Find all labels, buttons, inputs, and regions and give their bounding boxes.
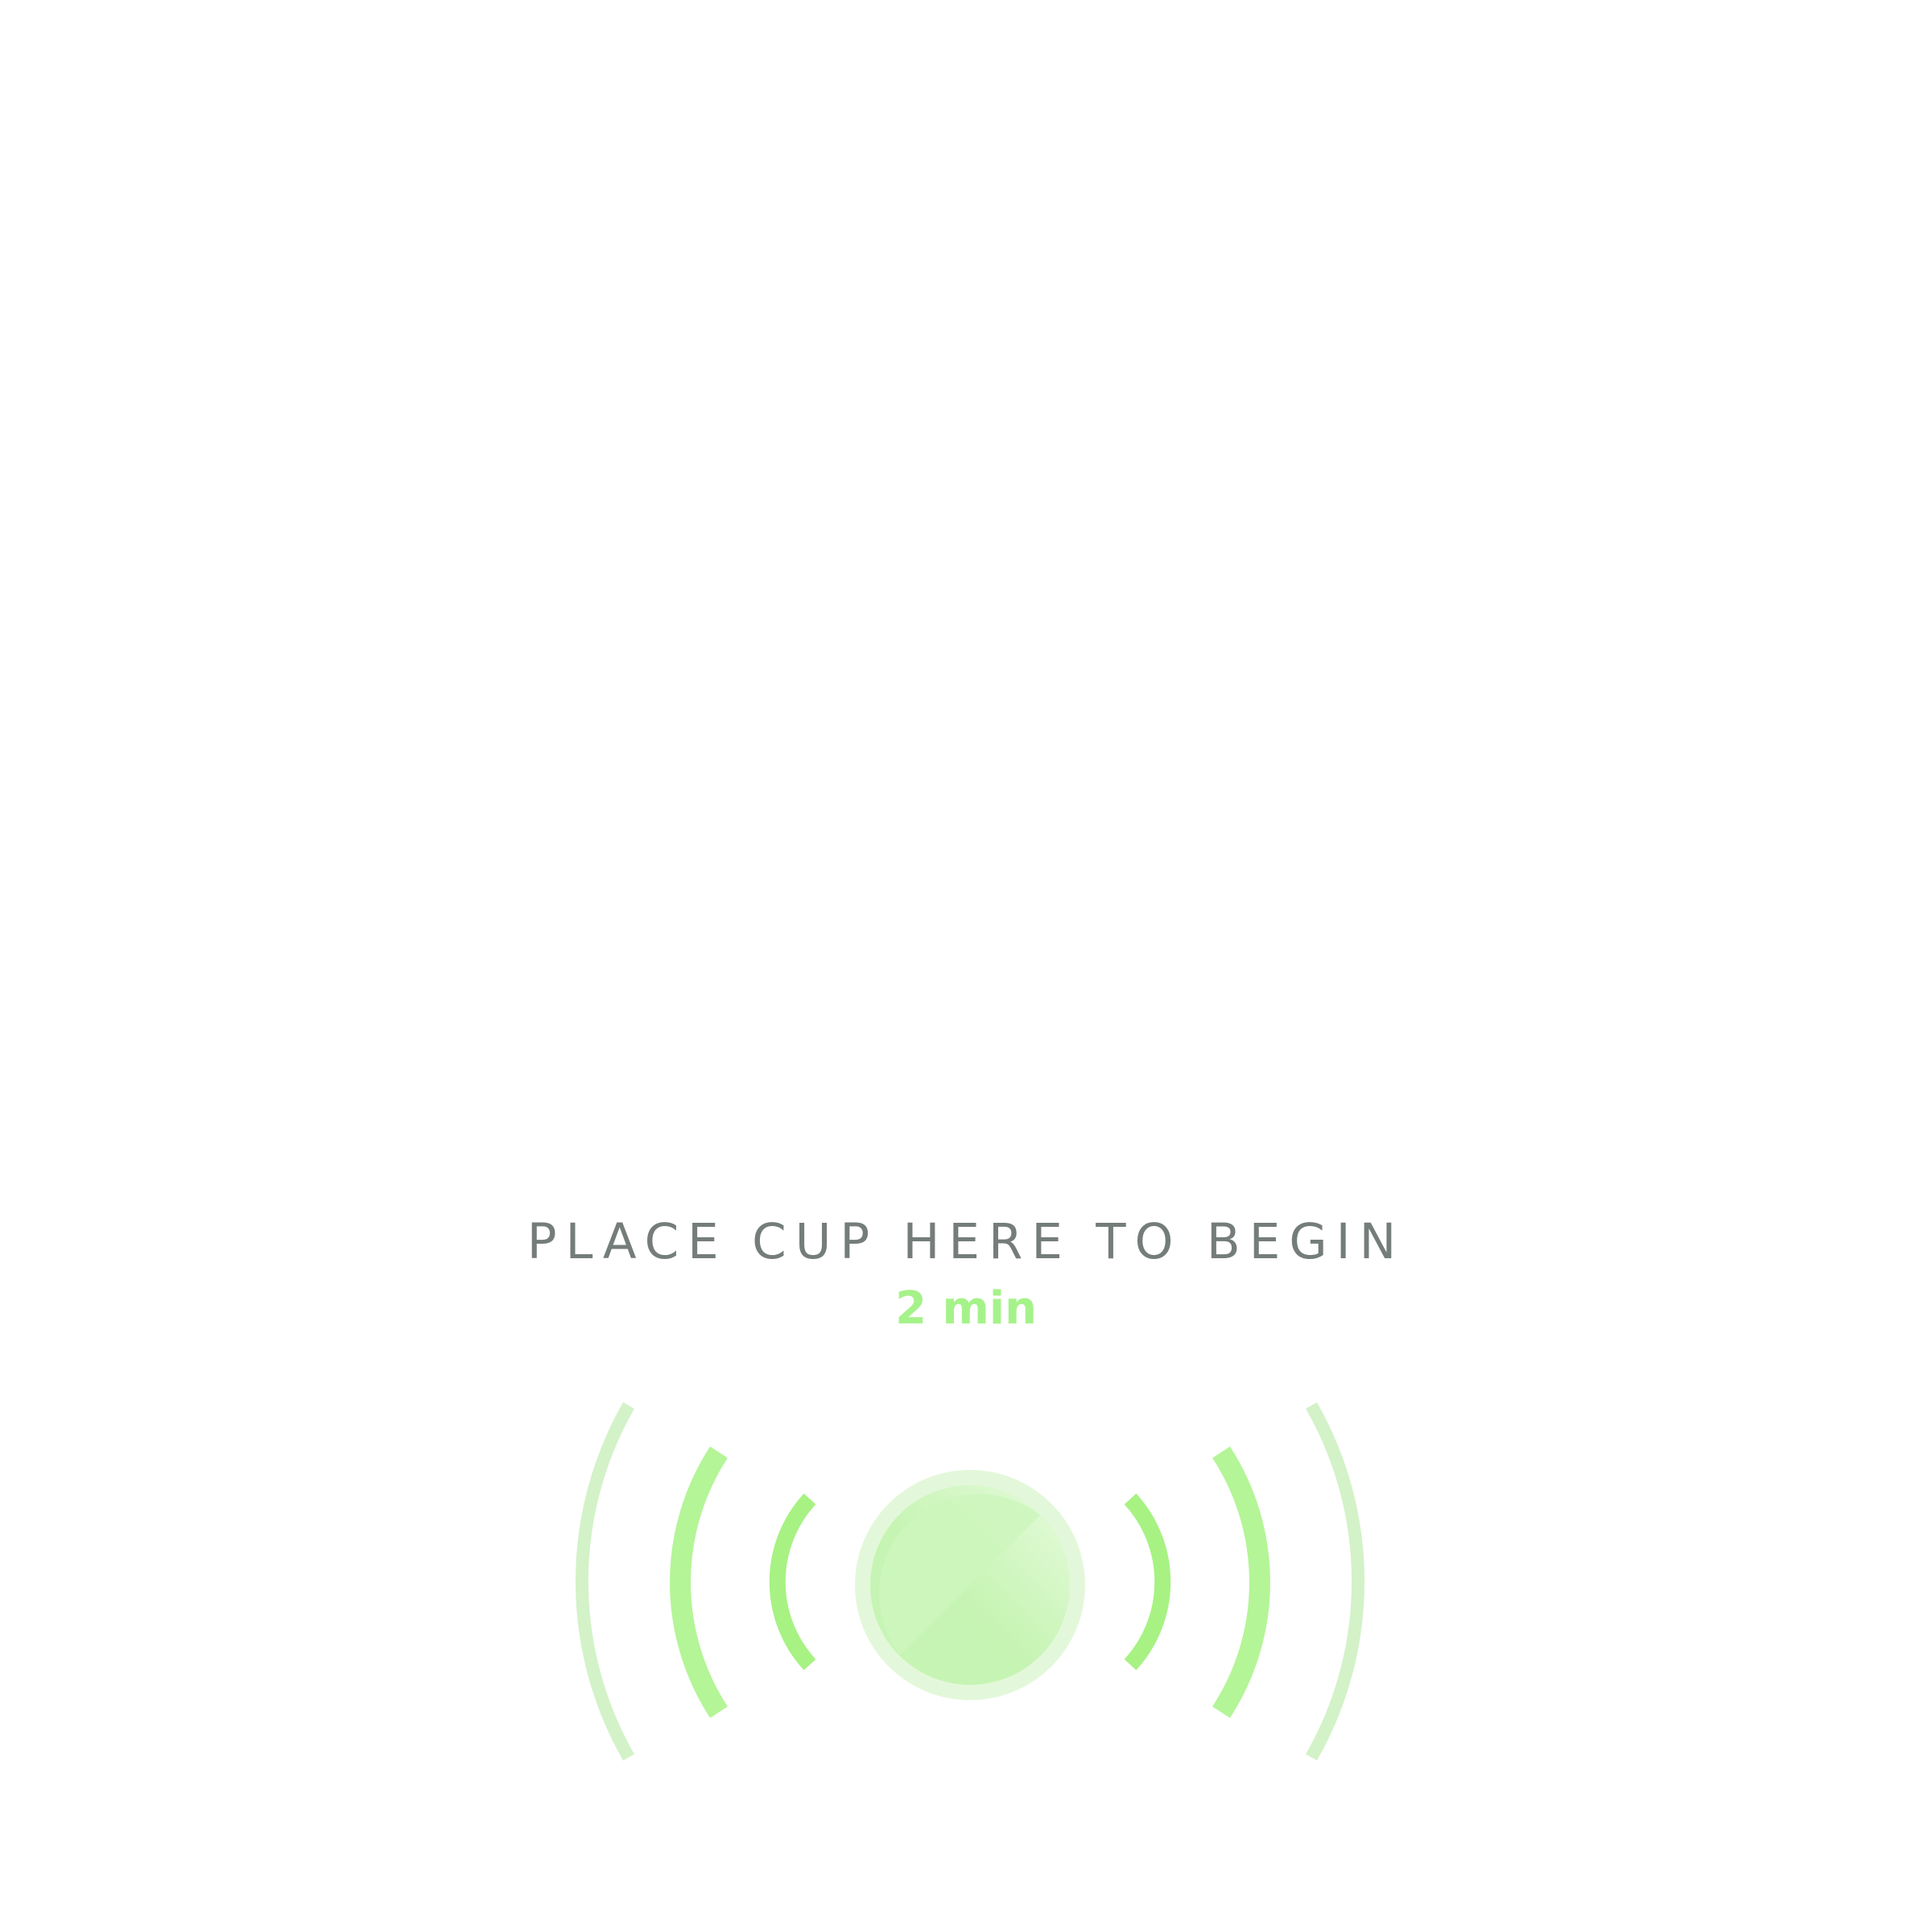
wave-left-inner xyxy=(769,1493,816,1670)
cup-target-icon[interactable] xyxy=(855,1470,1085,1700)
wave-left-middle xyxy=(670,1446,728,1719)
wave-right-middle xyxy=(1212,1446,1270,1719)
wave-right-inner xyxy=(1124,1493,1171,1670)
wave-right-outer xyxy=(1306,1402,1365,1761)
cup-signal-area[interactable] xyxy=(0,0,1932,1932)
wave-left-outer xyxy=(575,1402,634,1761)
